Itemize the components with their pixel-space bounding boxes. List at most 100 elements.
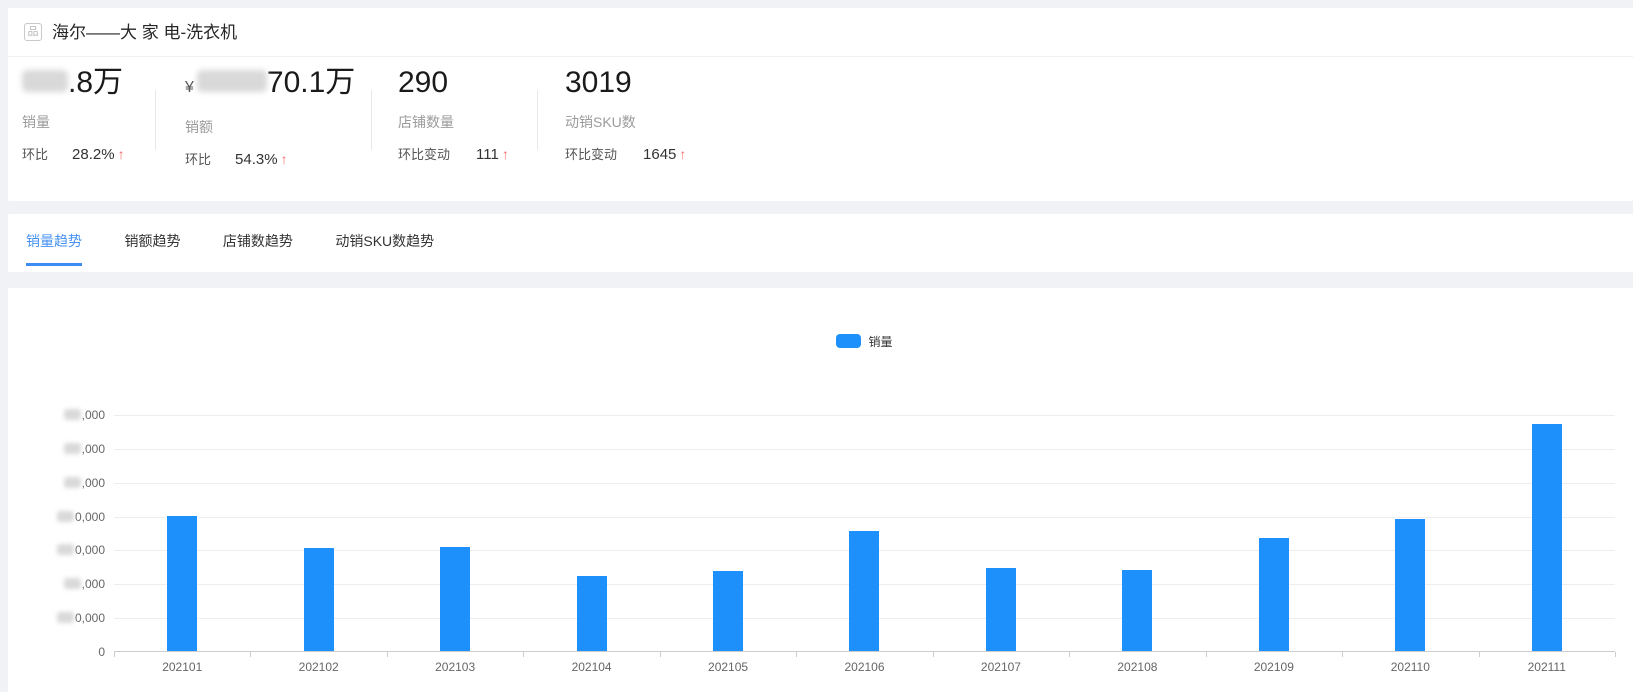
x-tick-label-202107: 202107 bbox=[980, 660, 1021, 674]
y-tick-label: 0,000 bbox=[56, 611, 105, 625]
x-tick-label-202108: 202108 bbox=[1117, 660, 1158, 674]
redacted-digits bbox=[56, 612, 74, 624]
x-tick-label-202111: 202111 bbox=[1527, 660, 1566, 674]
x-axis-tick bbox=[1069, 652, 1071, 657]
kpi-delta: 环比变动 1645 ↑ bbox=[565, 146, 687, 163]
kpi-delta: 环比 54.3% ↑ bbox=[185, 151, 288, 168]
kpi-delta: 环比 28.2% ↑ bbox=[22, 146, 125, 163]
kpi-divider bbox=[371, 90, 372, 150]
y-tick-label: ,000 bbox=[63, 408, 105, 422]
up-arrow-icon: ↑ bbox=[679, 146, 687, 162]
tab-shop-count-trend[interactable]: 店铺数趋势 bbox=[223, 214, 293, 266]
bar-cell-202106 bbox=[796, 415, 932, 651]
bar-cell-202109 bbox=[1206, 415, 1342, 651]
redacted-digits bbox=[56, 510, 74, 522]
kpi-sales-amount: ¥70.1万 销额 环比 54.3% ↑ bbox=[185, 66, 355, 168]
x-tick-label-202103: 202103 bbox=[435, 660, 476, 674]
kpi-value: .8万 bbox=[22, 66, 125, 100]
y-tick-label: 0,000 bbox=[56, 510, 105, 524]
bar-202101[interactable] bbox=[167, 515, 198, 651]
bar-202107[interactable] bbox=[985, 568, 1016, 651]
x-tick-label-202105: 202105 bbox=[708, 660, 749, 674]
redacted-digits bbox=[63, 476, 81, 488]
x-tick-label-202102: 202102 bbox=[298, 660, 339, 674]
bar-202109[interactable] bbox=[1258, 538, 1289, 651]
x-axis-tick bbox=[659, 652, 661, 657]
x-tick-label-202104: 202104 bbox=[571, 660, 612, 674]
x-tick-label-202110: 202110 bbox=[1390, 660, 1430, 674]
x-tick-label-202109: 202109 bbox=[1253, 660, 1294, 674]
bar-cell-202111 bbox=[1479, 415, 1615, 651]
x-tick-label-202101: 202101 bbox=[162, 660, 203, 674]
x-axis-tick bbox=[250, 652, 252, 657]
bars bbox=[114, 415, 1615, 651]
bar-cell-202105 bbox=[660, 415, 796, 651]
up-arrow-icon: ↑ bbox=[117, 146, 125, 162]
y-tick-label: ,000 bbox=[63, 442, 105, 456]
x-axis-tick bbox=[114, 652, 115, 657]
kpi-label: 销量 bbox=[22, 114, 50, 130]
brand-grid-icon: 品 bbox=[24, 23, 42, 41]
up-arrow-icon: ↑ bbox=[501, 146, 509, 162]
bar-cell-202102 bbox=[250, 415, 386, 651]
x-axis-tick bbox=[1615, 652, 1616, 657]
y-tick-label: ,000 bbox=[63, 577, 105, 591]
y-axis-labels: ,000 ,000 ,000 0,000 0,000 ,000 0,000 0 bbox=[8, 408, 105, 659]
redacted-digits bbox=[63, 409, 81, 420]
currency-symbol: ¥ bbox=[185, 79, 194, 96]
kpi-sales-volume: .8万 销量 环比 28.2% ↑ bbox=[22, 66, 125, 163]
kpi-active-sku: 3019 动销SKU数 环比变动 1645 ↑ bbox=[565, 66, 686, 163]
x-axis-tick bbox=[523, 652, 525, 657]
bar-202111[interactable] bbox=[1531, 423, 1562, 651]
summary-card: 品 海尔——大 家 电-洗衣机 .8万 销量 环比 28.2% ↑ ¥70.1万 销… bbox=[8, 8, 1633, 201]
kpi-value: 290 bbox=[398, 66, 449, 99]
sales-trend-chart-card: 销量 ,000 ,000 ,000 0,000 0,000 ,000 0,000 0 2021… bbox=[8, 288, 1633, 692]
bar-202103[interactable] bbox=[440, 547, 471, 651]
bar-202102[interactable] bbox=[303, 548, 334, 651]
bar-202108[interactable] bbox=[1122, 570, 1153, 651]
x-axis-tick bbox=[1342, 652, 1344, 657]
tab-sales-volume-trend[interactable]: 销量趋势 bbox=[26, 214, 82, 266]
page-header: 品 海尔——大 家 电-洗衣机 bbox=[8, 8, 1633, 57]
redacted-digits bbox=[56, 544, 74, 556]
bar-202110[interactable] bbox=[1395, 519, 1426, 651]
bar-cell-202110 bbox=[1342, 415, 1478, 651]
bar-cell-202107 bbox=[933, 415, 1069, 651]
x-axis-tick bbox=[796, 652, 798, 657]
y-tick-label: 0 bbox=[98, 645, 105, 659]
kpi-label: 动销SKU数 bbox=[565, 114, 636, 130]
bar-cell-202104 bbox=[523, 415, 659, 651]
plot-area bbox=[114, 415, 1616, 657]
kpi-divider bbox=[537, 90, 538, 150]
kpi-shop-count: 290 店铺数量 环比变动 111 ↑ bbox=[398, 66, 509, 163]
bar-cell-202108 bbox=[1069, 415, 1205, 651]
bar-202105[interactable] bbox=[713, 571, 744, 651]
redacted-value bbox=[22, 70, 68, 92]
bar-202106[interactable] bbox=[849, 530, 880, 651]
legend-label: 销量 bbox=[868, 334, 893, 349]
tab-sales-amount-trend[interactable]: 销额趋势 bbox=[124, 214, 180, 266]
legend-swatch bbox=[836, 334, 862, 348]
trend-tabs-bar: 销量趋势 销额趋势 店铺数趋势 动销SKU数趋势 bbox=[8, 214, 1633, 272]
x-axis-tick bbox=[1205, 652, 1207, 657]
bar-cell-202103 bbox=[387, 415, 523, 651]
page-title: 海尔——大 家 电-洗衣机 bbox=[52, 23, 238, 42]
kpi-label: 销额 bbox=[185, 119, 213, 135]
up-arrow-icon: ↑ bbox=[280, 151, 288, 167]
tab-active-sku-trend[interactable]: 动销SKU数趋势 bbox=[335, 214, 434, 266]
bar-cell-202101 bbox=[114, 415, 250, 651]
x-tick-label-202106: 202106 bbox=[844, 660, 885, 674]
redacted-digits bbox=[63, 578, 81, 590]
x-axis-labels: 202101 202102 202103 202104 202105 202106 2021… bbox=[114, 660, 1615, 674]
kpi-label: 店铺数量 bbox=[398, 114, 454, 130]
kpi-value: 3019 bbox=[565, 66, 632, 99]
chart-legend[interactable]: 销量 bbox=[114, 333, 1615, 349]
bar-202104[interactable] bbox=[576, 575, 607, 651]
redacted-value bbox=[196, 70, 267, 92]
kpi-delta: 环比变动 111 ↑ bbox=[398, 146, 509, 163]
x-axis-tick bbox=[386, 652, 388, 657]
x-axis-tick bbox=[1478, 652, 1480, 657]
kpi-divider bbox=[155, 90, 156, 150]
x-axis-tick bbox=[932, 652, 934, 657]
y-tick-label: 0,000 bbox=[56, 543, 105, 557]
